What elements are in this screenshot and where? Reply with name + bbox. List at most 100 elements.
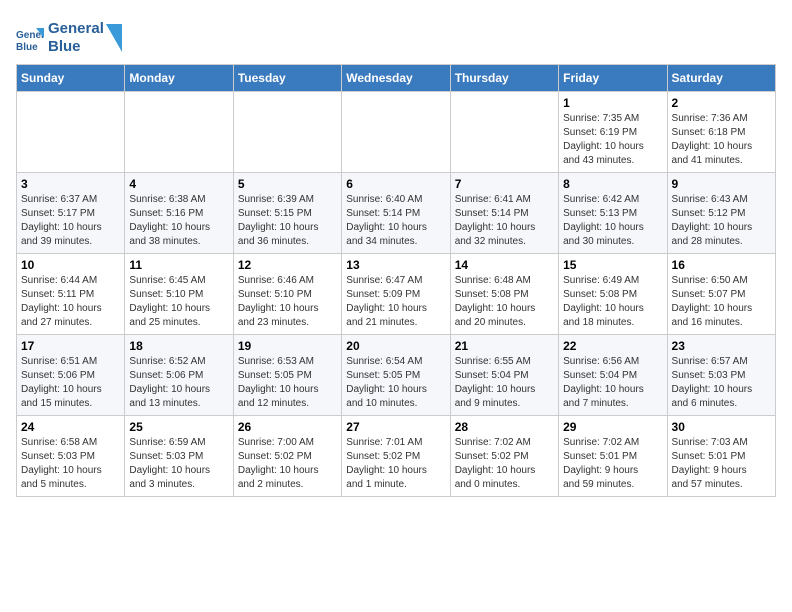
day-number: 4 (129, 177, 228, 191)
day-number: 3 (21, 177, 120, 191)
calendar-cell: 28 Sunrise: 7:02 AM Sunset: 5:02 PM Dayli… (450, 416, 558, 497)
day-info: Sunrise: 6:53 AM Sunset: 5:05 PM Dayligh… (238, 355, 337, 411)
calendar-cell (233, 92, 341, 173)
day-number: 14 (455, 258, 554, 272)
day-info: Sunrise: 6:38 AM Sunset: 5:16 PM Dayligh… (129, 193, 228, 249)
calendar-cell: 20 Sunrise: 6:54 AM Sunset: 5:05 PM Dayli… (342, 335, 450, 416)
day-number: 7 (455, 177, 554, 191)
calendar-cell: 13Sunrise: 6:47 AM Sunset: 5:09 PM Dayli… (342, 254, 450, 335)
calendar-table: SundayMondayTuesdayWednesdayThursdayFrid… (16, 64, 776, 497)
calendar-cell: 6 Sunrise: 6:40 AM Sunset: 5:14 PM Daylig… (342, 173, 450, 254)
calendar-cell: 27 Sunrise: 7:01 AM Sunset: 5:02 PM Dayli… (342, 416, 450, 497)
day-info: Sunrise: 6:44 AM Sunset: 5:11 PM Dayligh… (21, 274, 120, 330)
calendar-cell: 25 Sunrise: 6:59 AM Sunset: 5:03 PM Dayli… (125, 416, 233, 497)
day-info: Sunrise: 6:45 AM Sunset: 5:10 PM Dayligh… (129, 274, 228, 330)
svg-text:Blue: Blue (16, 42, 38, 52)
day-info: Sunrise: 6:40 AM Sunset: 5:14 PM Dayligh… (346, 193, 445, 249)
calendar-cell: 2 Sunrise: 7:36 AM Sunset: 6:18 PM Daylig… (667, 92, 775, 173)
day-number: 8 (563, 177, 662, 191)
calendar-cell: 16Sunrise: 6:50 AM Sunset: 5:07 PM Dayli… (667, 254, 775, 335)
day-number: 20 (346, 339, 445, 353)
calendar-cell: 22Sunrise: 6:56 AM Sunset: 5:04 PM Dayli… (559, 335, 667, 416)
logo-text-blue: Blue (48, 38, 104, 56)
calendar-cell: 10 Sunrise: 6:44 AM Sunset: 5:11 PM Dayli… (17, 254, 125, 335)
calendar-cell: 21 Sunrise: 6:55 AM Sunset: 5:04 PM Dayli… (450, 335, 558, 416)
day-number: 6 (346, 177, 445, 191)
calendar-cell (17, 92, 125, 173)
calendar-cell: 11Sunrise: 6:45 AM Sunset: 5:10 PM Dayli… (125, 254, 233, 335)
calendar-cell: 7 Sunrise: 6:41 AM Sunset: 5:14 PM Daylig… (450, 173, 558, 254)
day-info: Sunrise: 6:43 AM Sunset: 5:12 PM Dayligh… (672, 193, 771, 249)
day-info: Sunrise: 7:01 AM Sunset: 5:02 PM Dayligh… (346, 436, 445, 492)
day-number: 24 (21, 420, 120, 434)
calendar-header-row: SundayMondayTuesdayWednesdayThursdayFrid… (17, 65, 776, 92)
day-info: Sunrise: 6:59 AM Sunset: 5:03 PM Dayligh… (129, 436, 228, 492)
logo: General Blue General Blue (16, 20, 122, 56)
day-number: 25 (129, 420, 228, 434)
day-info: Sunrise: 6:57 AM Sunset: 5:03 PM Dayligh… (672, 355, 771, 411)
day-number: 27 (346, 420, 445, 434)
day-info: Sunrise: 6:37 AM Sunset: 5:17 PM Dayligh… (21, 193, 120, 249)
day-number: 15 (563, 258, 662, 272)
logo-arrow-icon (106, 24, 122, 52)
calendar-cell: 1 Sunrise: 7:35 AM Sunset: 6:19 PM Daylig… (559, 92, 667, 173)
day-header-sunday: Sunday (17, 65, 125, 92)
day-number: 5 (238, 177, 337, 191)
day-info: Sunrise: 6:39 AM Sunset: 5:15 PM Dayligh… (238, 193, 337, 249)
day-number: 29 (563, 420, 662, 434)
day-info: Sunrise: 6:48 AM Sunset: 5:08 PM Dayligh… (455, 274, 554, 330)
logo-text-general: General (48, 20, 104, 38)
day-header-monday: Monday (125, 65, 233, 92)
day-info: Sunrise: 6:55 AM Sunset: 5:04 PM Dayligh… (455, 355, 554, 411)
day-info: Sunrise: 7:02 AM Sunset: 5:02 PM Dayligh… (455, 436, 554, 492)
day-number: 9 (672, 177, 771, 191)
day-number: 28 (455, 420, 554, 434)
day-number: 2 (672, 96, 771, 110)
day-info: Sunrise: 7:00 AM Sunset: 5:02 PM Dayligh… (238, 436, 337, 492)
calendar-week-row: 3 Sunrise: 6:37 AM Sunset: 5:17 PM Daylig… (17, 173, 776, 254)
day-info: Sunrise: 6:56 AM Sunset: 5:04 PM Dayligh… (563, 355, 662, 411)
calendar-week-row: 17Sunrise: 6:51 AM Sunset: 5:06 PM Dayli… (17, 335, 776, 416)
day-info: Sunrise: 6:42 AM Sunset: 5:13 PM Dayligh… (563, 193, 662, 249)
day-number: 30 (672, 420, 771, 434)
day-number: 21 (455, 339, 554, 353)
day-number: 10 (21, 258, 120, 272)
calendar-cell: 29 Sunrise: 7:02 AM Sunset: 5:01 PM Dayli… (559, 416, 667, 497)
calendar-week-row: 10 Sunrise: 6:44 AM Sunset: 5:11 PM Dayli… (17, 254, 776, 335)
calendar-cell: 5 Sunrise: 6:39 AM Sunset: 5:15 PM Daylig… (233, 173, 341, 254)
day-info: Sunrise: 6:54 AM Sunset: 5:05 PM Dayligh… (346, 355, 445, 411)
day-header-thursday: Thursday (450, 65, 558, 92)
day-number: 19 (238, 339, 337, 353)
day-info: Sunrise: 7:36 AM Sunset: 6:18 PM Dayligh… (672, 112, 771, 168)
day-number: 23 (672, 339, 771, 353)
calendar-week-row: 24 Sunrise: 6:58 AM Sunset: 5:03 PM Dayli… (17, 416, 776, 497)
day-header-saturday: Saturday (667, 65, 775, 92)
calendar-cell: 17Sunrise: 6:51 AM Sunset: 5:06 PM Dayli… (17, 335, 125, 416)
calendar-cell (450, 92, 558, 173)
day-info: Sunrise: 7:03 AM Sunset: 5:01 PM Dayligh… (672, 436, 771, 492)
day-info: Sunrise: 6:46 AM Sunset: 5:10 PM Dayligh… (238, 274, 337, 330)
calendar-cell: 18 Sunrise: 6:52 AM Sunset: 5:06 PM Dayli… (125, 335, 233, 416)
calendar-cell: 12 Sunrise: 6:46 AM Sunset: 5:10 PM Dayli… (233, 254, 341, 335)
day-header-friday: Friday (559, 65, 667, 92)
day-number: 17 (21, 339, 120, 353)
day-number: 1 (563, 96, 662, 110)
day-number: 16 (672, 258, 771, 272)
calendar-cell: 4 Sunrise: 6:38 AM Sunset: 5:16 PM Daylig… (125, 173, 233, 254)
day-info: Sunrise: 7:35 AM Sunset: 6:19 PM Dayligh… (563, 112, 662, 168)
calendar-cell: 8 Sunrise: 6:42 AM Sunset: 5:13 PM Daylig… (559, 173, 667, 254)
day-number: 18 (129, 339, 228, 353)
day-info: Sunrise: 6:52 AM Sunset: 5:06 PM Dayligh… (129, 355, 228, 411)
day-info: Sunrise: 6:49 AM Sunset: 5:08 PM Dayligh… (563, 274, 662, 330)
day-number: 12 (238, 258, 337, 272)
calendar-cell: 30 Sunrise: 7:03 AM Sunset: 5:01 PM Dayli… (667, 416, 775, 497)
logo-icon: General Blue (16, 24, 44, 52)
calendar-cell: 24 Sunrise: 6:58 AM Sunset: 5:03 PM Dayli… (17, 416, 125, 497)
calendar-cell: 19 Sunrise: 6:53 AM Sunset: 5:05 PM Dayli… (233, 335, 341, 416)
day-info: Sunrise: 6:58 AM Sunset: 5:03 PM Dayligh… (21, 436, 120, 492)
calendar-cell: 9 Sunrise: 6:43 AM Sunset: 5:12 PM Daylig… (667, 173, 775, 254)
day-number: 13 (346, 258, 445, 272)
day-info: Sunrise: 7:02 AM Sunset: 5:01 PM Dayligh… (563, 436, 662, 492)
calendar-week-row: 1 Sunrise: 7:35 AM Sunset: 6:19 PM Daylig… (17, 92, 776, 173)
day-info: Sunrise: 6:41 AM Sunset: 5:14 PM Dayligh… (455, 193, 554, 249)
